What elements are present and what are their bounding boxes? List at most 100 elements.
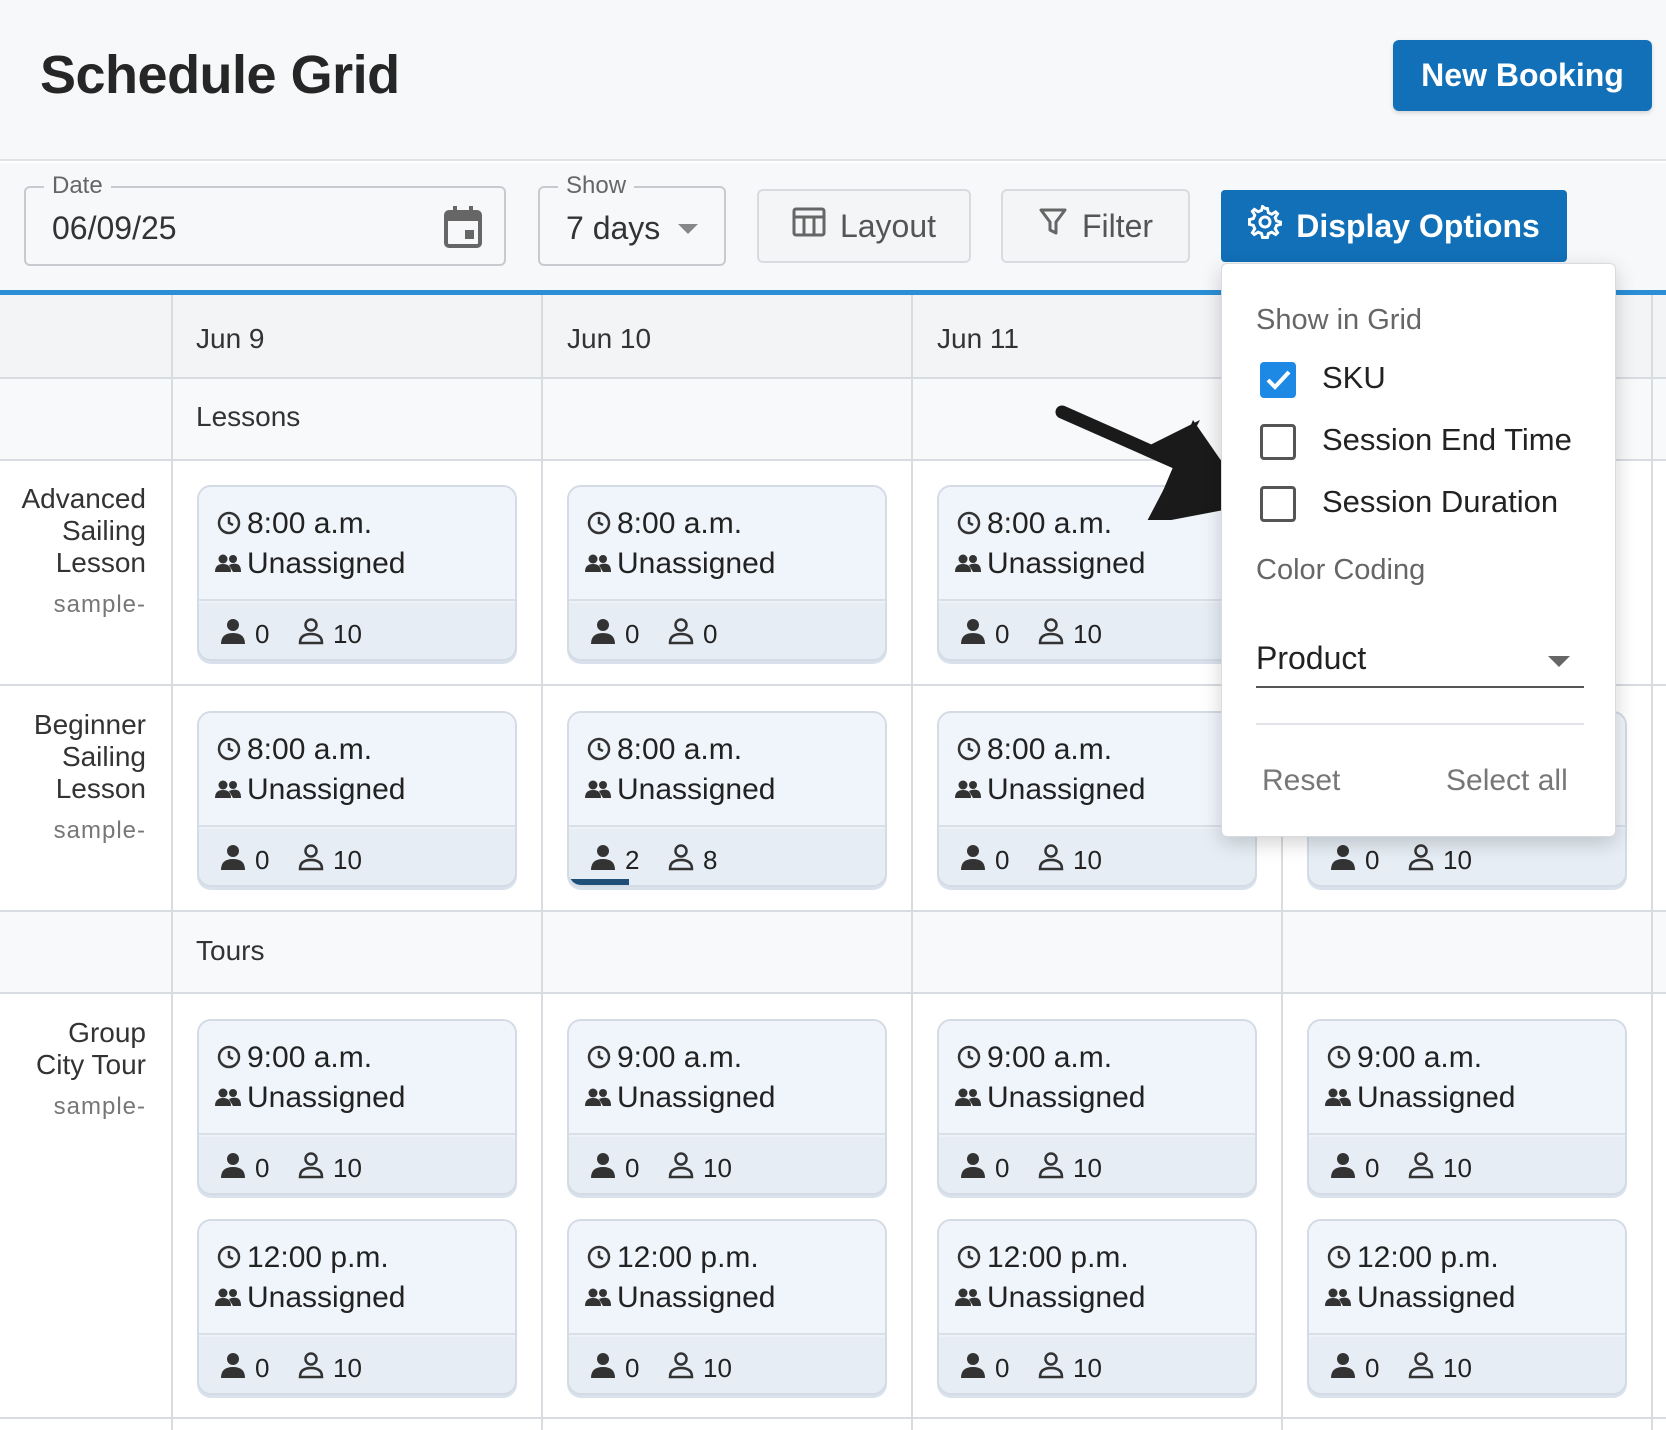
session-time: 8:00 a.m.: [247, 507, 373, 540]
person-outline-icon: [1407, 1151, 1435, 1184]
session-time: 8:00 a.m.: [987, 733, 1113, 766]
row-label-group-city-tour: Group City Tour: [0, 1017, 146, 1081]
session-end-time-label[interactable]: Session End Time: [1322, 422, 1572, 458]
divider: [1256, 723, 1584, 725]
person-outline-icon: [667, 1151, 695, 1184]
clock-icon: [587, 511, 611, 540]
session-staff: Unassigned: [617, 1281, 776, 1314]
session-staff: Unassigned: [247, 547, 406, 580]
clock-icon: [217, 1245, 241, 1274]
session-time: 9:00 a.m.: [1357, 1041, 1483, 1074]
session-card-footer: 0 10: [1309, 1137, 1625, 1193]
session-card[interactable]: 9:00 a.m. Unassigned 0 10: [567, 1019, 887, 1195]
booked-count: 0: [1365, 1153, 1380, 1183]
session-card-footer: 0 10: [939, 829, 1255, 885]
session-end-time-checkbox[interactable]: [1260, 424, 1296, 460]
session-staff: Unassigned: [987, 547, 1146, 580]
session-card[interactable]: 9:00 a.m. Unassigned 0 10: [1307, 1019, 1627, 1195]
session-time: 9:00 a.m.: [617, 1041, 743, 1074]
layout-icon: [792, 207, 826, 245]
booked-count: 0: [625, 1353, 640, 1383]
session-card-header: 12:00 p.m. Unassigned: [199, 1221, 515, 1335]
clock-icon: [1327, 1045, 1351, 1074]
session-duration-checkbox[interactable]: [1260, 486, 1296, 522]
row-label-line: Advanced: [21, 483, 146, 514]
session-card-footer: 00: [569, 603, 885, 659]
grid-line: [171, 295, 173, 1430]
calendar-icon[interactable]: [444, 206, 482, 253]
color-coding-select[interactable]: Product: [1256, 630, 1584, 688]
person-outline-icon: [1037, 843, 1065, 876]
grid-line: [0, 910, 1666, 912]
session-card[interactable]: 8:00 a.m. Unassigned 0 10: [197, 485, 517, 661]
clock-icon: [957, 511, 981, 540]
clock-icon: [587, 737, 611, 766]
clock-icon: [217, 737, 241, 766]
session-card[interactable]: 8:00 a.m. Unassigned 2 8: [567, 711, 887, 887]
session-staff: Unassigned: [1357, 1081, 1516, 1114]
date-field[interactable]: Date 06/09/25: [24, 172, 506, 266]
session-card[interactable]: 9:00 a.m. Unassigned 0 10: [197, 1019, 517, 1195]
person-filled-icon: [219, 617, 247, 650]
session-staff: Unassigned: [987, 1281, 1146, 1314]
clock-icon: [957, 737, 981, 766]
filter-button[interactable]: Filter: [1001, 189, 1190, 263]
session-card-header: 12:00 p.m. Unassigned: [1309, 1221, 1625, 1335]
group-icon: [954, 553, 982, 578]
available-count: 10: [333, 1153, 362, 1183]
booked-count: 0: [1365, 845, 1380, 875]
session-staff: Unassigned: [247, 1081, 406, 1114]
available-count: 10: [703, 1353, 732, 1383]
session-card[interactable]: 12:00 p.m. Unassigned 0 10: [197, 1219, 517, 1395]
available-count: 10: [1443, 845, 1472, 875]
booked-count: 0: [995, 1353, 1010, 1383]
clock-icon: [587, 1045, 611, 1074]
section-label: Tours: [196, 935, 265, 966]
available-count: 0: [703, 619, 718, 649]
new-booking-button[interactable]: New Booking: [1393, 40, 1652, 111]
show-days-select[interactable]: Show 7 days: [538, 172, 726, 266]
session-staff: Unassigned: [617, 547, 776, 580]
session-card-header: 8:00 a.m. Unassigned: [199, 713, 515, 827]
session-card[interactable]: 8:00 a.m. Unassigned 0 10: [197, 711, 517, 887]
session-card[interactable]: 8:00 a.m. Unassigned 0 0: [567, 485, 887, 661]
filter-button-label: Filter: [1081, 207, 1154, 244]
session-staff: Unassigned: [987, 1081, 1146, 1114]
person-outline-icon: [667, 1351, 695, 1384]
session-card[interactable]: 9:00 a.m. Unassigned 0 10: [937, 1019, 1257, 1195]
group-icon: [584, 779, 612, 804]
session-duration-label[interactable]: Session Duration: [1322, 484, 1558, 520]
available-count: 10: [1443, 1353, 1472, 1383]
select-all-button[interactable]: Select all: [1446, 764, 1568, 798]
chevron-down-icon: [678, 224, 698, 234]
session-card[interactable]: 8:00 a.m. Unassigned 0 10: [937, 711, 1257, 887]
layout-button-label: Layout: [839, 207, 937, 244]
page-title: Schedule Grid: [40, 45, 400, 105]
grid-line: [541, 295, 543, 1430]
display-options-button[interactable]: Display Options: [1221, 190, 1567, 262]
session-staff: Unassigned: [247, 773, 406, 806]
person-outline-icon: [1037, 1151, 1065, 1184]
filter-icon: [1038, 207, 1068, 245]
group-icon: [584, 1287, 612, 1312]
date-header: Jun 9: [196, 323, 265, 354]
sku-checkbox-label[interactable]: SKU: [1322, 360, 1386, 396]
available-count: 10: [1073, 845, 1102, 875]
person-filled-icon: [589, 843, 617, 876]
session-card-footer: 0 10: [569, 1137, 885, 1193]
reset-button[interactable]: Reset: [1262, 764, 1340, 798]
session-card[interactable]: 12:00 p.m. Unassigned 0 10: [567, 1219, 887, 1395]
person-filled-icon: [1329, 1351, 1357, 1384]
session-card[interactable]: 12:00 p.m. Unassigned 0 10: [1307, 1219, 1627, 1395]
session-card[interactable]: 12:00 p.m. Unassigned 0 10: [937, 1219, 1257, 1395]
booked-count: 0: [255, 1153, 270, 1183]
sku-checkbox[interactable]: [1260, 362, 1296, 398]
available-count: 10: [1443, 1153, 1472, 1183]
session-card-footer: 0 10: [569, 1337, 885, 1393]
row-label-line: City Tour: [36, 1049, 146, 1080]
session-staff: Unassigned: [617, 773, 776, 806]
session-card-header: 9:00 a.m. Unassigned: [199, 1021, 515, 1135]
grid-line: [0, 1417, 1666, 1419]
layout-button[interactable]: Layout: [757, 189, 971, 263]
booked-count: 0: [995, 1153, 1010, 1183]
